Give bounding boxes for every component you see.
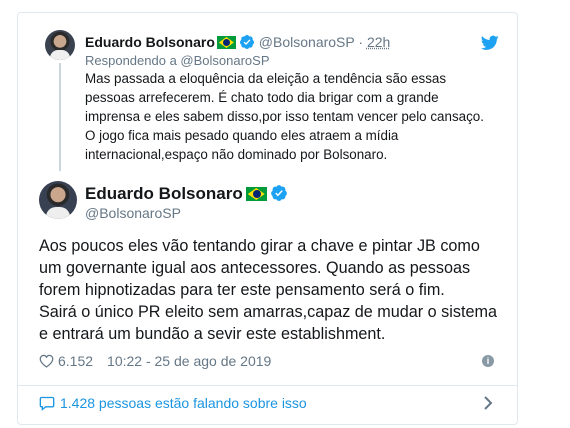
- avatar[interactable]: [45, 30, 75, 60]
- separator: ·: [358, 34, 364, 50]
- verified-icon: [239, 35, 254, 49]
- like-count[interactable]: 6.152: [58, 352, 93, 370]
- text-line: um governante igual aos antecessores. Qu…: [39, 259, 471, 277]
- heart-icon[interactable]: [39, 354, 54, 368]
- conversation-text: 1.428 pessoas estão falando sobre isso: [60, 395, 307, 411]
- divider: [18, 385, 517, 386]
- author-handle[interactable]: @BolsonaroSP: [259, 34, 355, 50]
- replying-to[interactable]: Respondendo a @BolsonaroSP: [85, 53, 270, 69]
- main-tweet-header: Eduardo Bolsonaro: [85, 183, 288, 204]
- twitter-bird-icon[interactable]: [481, 35, 499, 51]
- parent-tweet-text: Mas passada a eloquência da eleição a te…: [85, 69, 500, 164]
- parent-tweet-header: Eduardo Bolsonaro @BolsonaroSP · 22h: [85, 33, 390, 51]
- tweet-card: Eduardo Bolsonaro @BolsonaroSP · 22h Res…: [17, 12, 518, 425]
- text-line: internacional,espaço não dominado por Bo…: [85, 147, 388, 162]
- chevron-right-icon[interactable]: [483, 395, 493, 411]
- text-line: Aos poucos eles vão tentando girar a cha…: [39, 237, 480, 255]
- text-line: imprensa e eles sabem disso,por isso ten…: [85, 109, 484, 124]
- tweet-timestamp[interactable]: 10:22 - 25 de ago de 2019: [107, 352, 271, 370]
- tweet-meta: 6.152 10:22 - 25 de ago de 2019: [39, 352, 271, 370]
- text-line: forem hipnotizadas para ter este pensame…: [39, 281, 445, 299]
- info-icon[interactable]: i: [482, 355, 494, 367]
- author-name[interactable]: Eduardo Bolsonaro: [85, 34, 215, 50]
- parent-tweet[interactable]: Eduardo Bolsonaro @BolsonaroSP · 22h Res…: [18, 13, 517, 173]
- tweet-time[interactable]: 22h: [367, 34, 390, 50]
- conversation-link[interactable]: 1.428 pessoas estão falando sobre isso: [39, 394, 307, 412]
- brazil-flag-icon: [216, 36, 236, 49]
- verified-icon: [270, 185, 287, 201]
- comment-bubble-icon: [39, 396, 55, 411]
- author-name[interactable]: Eduardo Bolsonaro: [85, 184, 243, 203]
- brazil-flag-icon: [245, 187, 267, 201]
- text-line: Sairá o único PR eleito sem amarras,capa…: [39, 303, 497, 321]
- avatar[interactable]: [39, 181, 77, 219]
- thread-line: [59, 63, 61, 171]
- text-line: O jogo fica mais pesado quando eles atra…: [85, 128, 399, 143]
- main-tweet-text: Aos poucos eles vão tentando girar a cha…: [39, 235, 509, 345]
- text-line: pessoas arrefecerem. É chato todo dia br…: [85, 90, 439, 105]
- text-line: Mas passada a eloquência da eleição a te…: [85, 71, 447, 86]
- text-line: e entrará um bundão a sevir este establi…: [39, 325, 386, 343]
- author-handle[interactable]: @BolsonaroSP: [85, 204, 181, 222]
